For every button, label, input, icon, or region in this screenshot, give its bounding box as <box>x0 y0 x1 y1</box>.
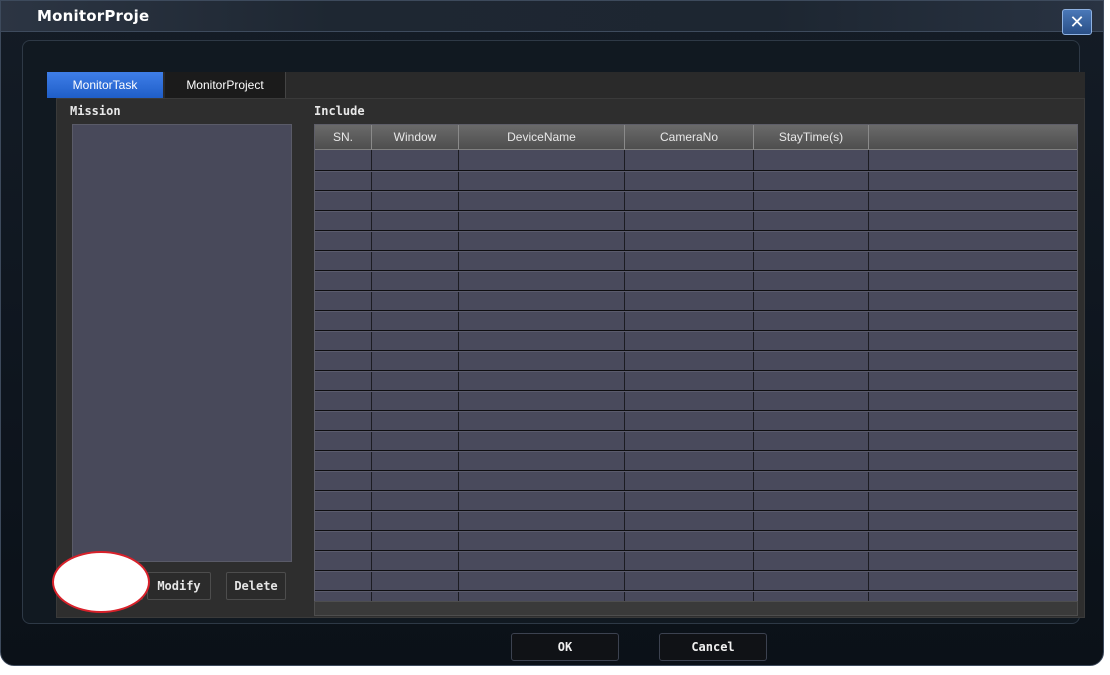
table-row[interactable] <box>315 330 1077 331</box>
table-row[interactable] <box>315 450 1077 451</box>
tab-strip: MonitorTask MonitorProject <box>47 72 1085 98</box>
column-header-blank[interactable] <box>869 125 1077 149</box>
close-icon: ✕ <box>1069 12 1085 33</box>
redaction-circle <box>52 551 150 613</box>
close-button[interactable]: ✕ <box>1062 9 1092 35</box>
column-header-window[interactable]: Window <box>372 125 459 149</box>
table-row[interactable] <box>315 350 1077 351</box>
table-row[interactable] <box>315 430 1077 431</box>
column-divider <box>868 150 869 601</box>
modify-button[interactable]: Modify <box>147 572 211 600</box>
column-header-camera-no[interactable]: CameraNo <box>625 125 754 149</box>
ok-button[interactable]: OK <box>511 633 619 661</box>
table-row[interactable] <box>315 590 1077 591</box>
column-divider <box>753 150 754 601</box>
mission-list[interactable] <box>72 124 292 562</box>
horizontal-scrollbar[interactable] <box>314 601 1078 616</box>
column-divider <box>624 150 625 601</box>
table-row[interactable] <box>315 310 1077 311</box>
table-row[interactable] <box>315 490 1077 491</box>
table-row[interactable] <box>315 510 1077 511</box>
delete-button[interactable]: Delete <box>226 572 286 600</box>
column-header-sn[interactable]: SN. <box>315 125 372 149</box>
table-row[interactable] <box>315 530 1077 531</box>
table-row[interactable] <box>315 390 1077 391</box>
include-label: Include <box>314 104 365 118</box>
table-row[interactable] <box>315 570 1077 571</box>
table-body <box>315 150 1077 601</box>
table-row[interactable] <box>315 410 1077 411</box>
column-header-device-name[interactable]: DeviceName <box>459 125 625 149</box>
table-row[interactable] <box>315 190 1077 191</box>
window-title: MonitorProje <box>37 7 150 25</box>
cancel-button[interactable]: Cancel <box>659 633 767 661</box>
table-row[interactable] <box>315 250 1077 251</box>
table-row[interactable] <box>315 290 1077 291</box>
mission-label: Mission <box>70 104 121 118</box>
table-row[interactable] <box>315 270 1077 271</box>
table-row[interactable] <box>315 550 1077 551</box>
table-row[interactable] <box>315 210 1077 211</box>
table-row[interactable] <box>315 370 1077 371</box>
include-table[interactable]: SN. Window DeviceName CameraNo StayTime(… <box>314 124 1078 602</box>
table-row[interactable] <box>315 230 1077 231</box>
column-divider <box>458 150 459 601</box>
table-header: SN. Window DeviceName CameraNo StayTime(… <box>315 125 1077 150</box>
table-row[interactable] <box>315 170 1077 171</box>
title-bar[interactable]: MonitorProje ✕ <box>1 1 1103 35</box>
column-divider <box>371 150 372 601</box>
tab-monitor-project[interactable]: MonitorProject <box>165 72 286 98</box>
table-row[interactable] <box>315 470 1077 471</box>
tab-monitor-task[interactable]: MonitorTask <box>47 72 163 98</box>
column-header-stay-time[interactable]: StayTime(s) <box>754 125 869 149</box>
